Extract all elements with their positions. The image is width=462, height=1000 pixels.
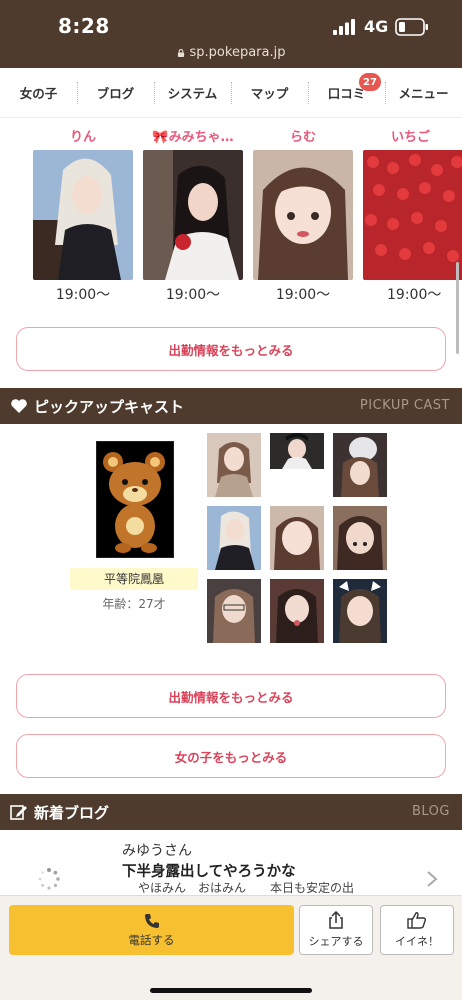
nav-item-system[interactable]: システム	[154, 68, 231, 117]
more-girls-button[interactable]: 女の子をもっとみる	[16, 734, 446, 778]
more-schedule-button[interactable]: 出勤情報をもっとみる	[16, 327, 446, 371]
blog-entry[interactable]: みゆうさん 下半身露出してやろうかな やほみん おはみん 本日も安定の出	[0, 830, 462, 895]
cast-start-time: 19:00〜	[55, 287, 111, 303]
nav-item-girls[interactable]: 女の子	[0, 68, 77, 117]
cast-photo	[363, 150, 462, 280]
cast-photo	[33, 150, 133, 280]
section-title-en: BLOG	[411, 804, 450, 819]
cast-photo	[253, 150, 353, 280]
cast-name: いちご	[391, 130, 431, 145]
nav-item-blog[interactable]: ブログ	[77, 68, 154, 117]
pickup-main-photo[interactable]	[96, 441, 174, 558]
nav-label: システム	[167, 86, 218, 101]
cast-photo	[143, 150, 243, 280]
nav-item-map[interactable]: マップ	[231, 68, 308, 117]
new-blog-header: 新着ブログ BLOG	[0, 794, 462, 830]
call-button[interactable]: 電話する	[9, 905, 294, 955]
nav-label: 女の子	[19, 86, 58, 101]
cast-thumbnail[interactable]	[333, 579, 387, 643]
nav-item-menu[interactable]: メニュー	[385, 68, 462, 117]
nav-item-reviews[interactable]: 口コミ 27	[308, 68, 385, 117]
blog-excerpt: やほみん おはみん 本日も安定の出	[138, 881, 355, 895]
url-text: sp.pokepara.jp	[189, 45, 286, 60]
cast-card[interactable]: らむ 19:00〜	[253, 118, 353, 304]
blog-author: みゆうさん	[122, 843, 192, 859]
cast-start-time: 19:00〜	[165, 287, 221, 303]
blog-title: 下半身露出してやろうかな	[122, 864, 296, 880]
signal-icon	[333, 19, 355, 35]
pickup-cast-header: ピックアップキャスト PICKUP CAST	[0, 388, 462, 424]
pickup-cast-age: 年齢：27才	[102, 597, 166, 611]
status-bar: 8:28 4G sp.pokepara.jp	[0, 0, 462, 68]
section-title-en: PICKUP CAST	[359, 398, 450, 413]
clock: 8:28	[58, 14, 110, 38]
like-label: イイネ！	[395, 935, 439, 948]
network-type: 4G	[364, 17, 389, 36]
cast-thumbnail[interactable]	[270, 506, 324, 570]
cast-thumbnail[interactable]	[333, 506, 387, 570]
nav-label: マップ	[250, 86, 289, 101]
reviews-count-badge: 27	[359, 73, 381, 91]
bottom-action-bar: 電話する シェアする イイネ！	[0, 895, 462, 1000]
cast-start-time: 19:00〜	[387, 287, 442, 303]
home-indicator[interactable]	[150, 988, 312, 993]
today-cast-carousel[interactable]: りん 19:00〜 🎀みみちゃ… 19:00〜 らむ 19:00〜 いちご 19…	[0, 118, 462, 308]
cast-thumbnail[interactable]	[207, 433, 261, 497]
phone-icon	[144, 913, 159, 928]
section-title: 新着ブログ	[34, 804, 110, 822]
heart-icon	[11, 399, 27, 413]
chevron-right-icon	[427, 871, 438, 887]
cast-card[interactable]: 🎀みみちゃ… 19:00〜	[143, 118, 243, 304]
cast-thumbnail[interactable]	[207, 579, 261, 643]
cast-thumbnail[interactable]	[270, 433, 324, 469]
page-scrollbar[interactable]	[456, 262, 459, 354]
cast-card[interactable]: いちご 19:00〜	[363, 118, 462, 304]
like-button[interactable]: イイネ！	[380, 905, 454, 955]
cast-thumbnail[interactable]	[333, 433, 387, 497]
call-label: 電話する	[128, 932, 175, 947]
share-icon	[329, 911, 343, 929]
top-nav: 女の子 ブログ システム マップ 口コミ 27 メニュー	[0, 68, 462, 118]
share-button[interactable]: シェアする	[299, 905, 373, 955]
cast-start-time: 19:00〜	[275, 287, 331, 303]
section-title: ピックアップキャスト	[34, 398, 185, 416]
lock-icon	[177, 49, 184, 57]
cast-thumbnail[interactable]	[270, 579, 324, 643]
cast-card[interactable]: りん 19:00〜	[33, 118, 133, 304]
cast-name: りん	[69, 130, 96, 145]
cast-thumbnail[interactable]	[207, 506, 261, 570]
nav-label: メニュー	[398, 86, 449, 101]
edit-icon	[10, 805, 27, 820]
pickup-cast-name[interactable]: 平等院鳳凰	[70, 568, 198, 590]
thumbs-up-icon	[407, 912, 427, 929]
cast-name: 🎀みみちゃ…	[152, 130, 234, 145]
nav-label: ブログ	[96, 86, 135, 101]
pickup-more-schedule-button[interactable]: 出勤情報をもっとみる	[16, 674, 446, 718]
loading-spinner-icon	[38, 868, 60, 890]
battery-icon	[395, 18, 428, 36]
cast-name: らむ	[289, 130, 316, 145]
address-bar[interactable]: sp.pokepara.jp	[0, 45, 462, 60]
share-label: シェアする	[308, 935, 364, 948]
